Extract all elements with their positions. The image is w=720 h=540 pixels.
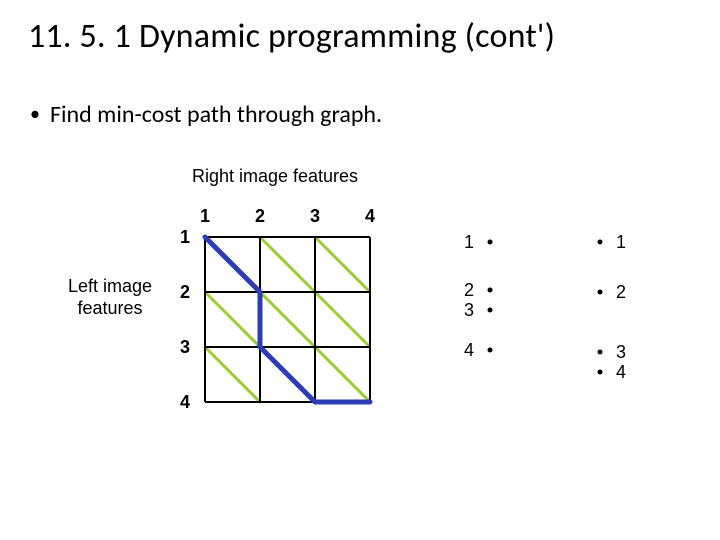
dp-diagram: Right image features Left image features… [60, 162, 660, 462]
corr-dots [488, 240, 603, 375]
col-label-4: 4 [365, 206, 375, 226]
col-label-1: 1 [200, 206, 210, 226]
slide: 11. 5. 1 Dynamic programming (cont') • F… [0, 0, 720, 540]
top-caption: Right image features [192, 166, 358, 186]
left-caption-line1: Left image [68, 276, 152, 296]
corr-right-label-3: 3 [616, 342, 626, 362]
corr-right-label-1: 1 [616, 232, 626, 252]
corr-left-label-2: 2 [464, 280, 474, 300]
left-caption-line2: features [77, 298, 142, 318]
corr-left-label-3: 3 [464, 300, 474, 320]
bullet-text: Find min-cost path through graph. [50, 100, 382, 129]
col-label-3: 3 [310, 206, 320, 226]
corr-right-label-2: 2 [616, 282, 626, 302]
col-label-2: 2 [255, 206, 265, 226]
row-label-4: 4 [180, 392, 190, 412]
row-label-3: 3 [180, 337, 190, 357]
row-label-1: 1 [180, 227, 190, 247]
bullet-dot-icon: • [30, 100, 40, 128]
figure: Right image features Left image features… [60, 162, 660, 462]
corr-right-label-4: 4 [616, 362, 626, 382]
corr-left-label-1: 1 [464, 232, 474, 252]
row-label-2: 2 [180, 282, 190, 302]
bullet-item: • Find min-cost path through graph. [30, 100, 382, 129]
page-title: 11. 5. 1 Dynamic programming (cont') [28, 16, 555, 57]
corr-left-label-4: 4 [464, 340, 474, 360]
